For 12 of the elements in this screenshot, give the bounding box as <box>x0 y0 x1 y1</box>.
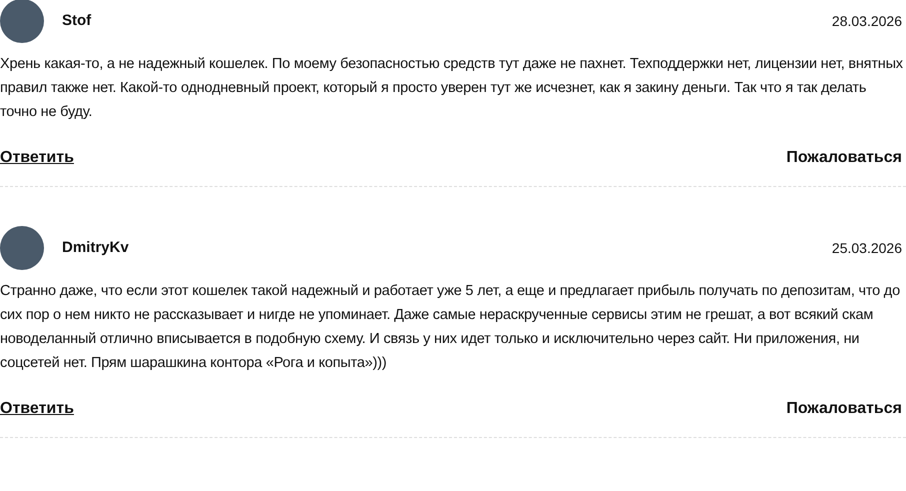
reply-link[interactable]: Ответить <box>0 146 74 170</box>
author-name: Stof <box>62 10 92 31</box>
author-name: DmitryKv <box>62 238 129 258</box>
avatar <box>0 0 44 43</box>
avatar <box>0 226 44 270</box>
report-link[interactable]: Пожаловаться <box>786 397 902 421</box>
reply-link[interactable]: Ответить <box>0 397 74 421</box>
comment-text: Хрень какая-то, а не надежный кошелек. По моему безопасностью средств тут даже не пахнет. Техподдержки нет, лицензии нет, внятных правил также нет. Какой-то однодневный проект, который я просто уверен тут же исчезнет, как я закину деньги. Так что я так делать точно не буду. <box>0 55 904 122</box>
comment-text: Странно даже, что если этот кошелек такой надежный и работает уже 5 лет, а еще и предлагает прибыль получать по депозитам, что до сих пор о нем никто не рассказывает и нигде не упоминает. Даже самые нераскрученные сервисы этим не грешат, а вот всякий скам новоделанный отлично вписывается в подобную схему. И связь у них идет только и исключительно через сайт. Ни приложения, ни соцсетей нет. Прям шарашкина контора «Рога и копыта»))) <box>0 282 901 373</box>
report-link[interactable]: Пожаловаться <box>786 146 902 170</box>
comment-date: 25.03.2026 <box>832 238 903 258</box>
comment-date: 28.03.2026 <box>832 12 903 30</box>
